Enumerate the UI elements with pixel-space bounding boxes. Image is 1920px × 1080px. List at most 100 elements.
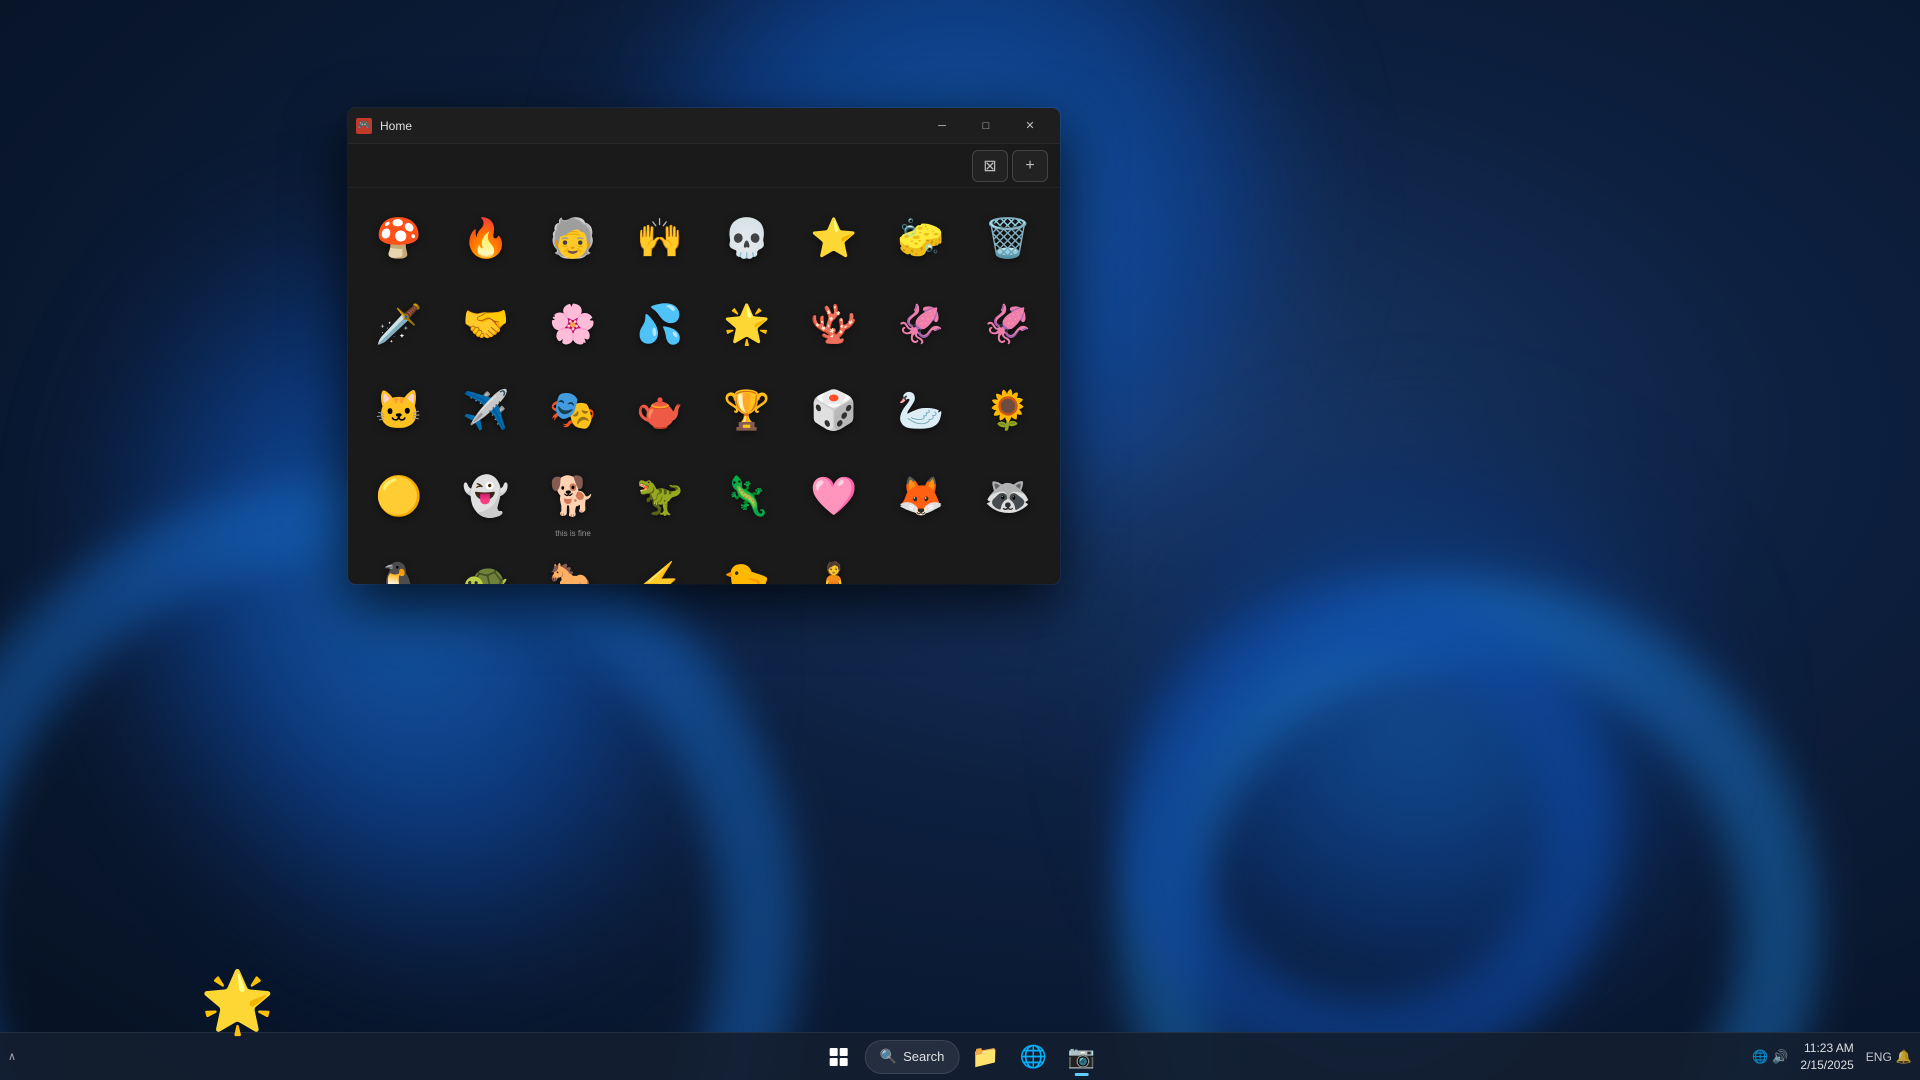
sprite-cow-skull[interactable]: 💀 — [704, 196, 790, 282]
sprite-person[interactable]: 🧍 — [791, 540, 877, 584]
sprite-app-icon: 📷 — [1068, 1044, 1095, 1070]
start-button[interactable] — [817, 1035, 861, 1079]
sprite-paper-plane[interactable]: ✈️ — [443, 368, 529, 454]
sprite-label-this-is-fine: this is fine — [532, 529, 614, 538]
sprite-icon-psyduck: 🐤 — [723, 564, 770, 584]
search-button[interactable]: 🔍 Search — [865, 1040, 960, 1074]
sprite-icon-homer-dance: 🙌 — [636, 220, 683, 258]
sprite-kirby[interactable]: 🩷 — [791, 454, 877, 540]
sprite-homer-dance[interactable]: 🙌 — [617, 196, 703, 282]
sprite-this-is-fine[interactable]: 🐕this is fine — [530, 454, 616, 540]
date-display: 2/15/2025 — [1800, 1057, 1853, 1074]
sprite-crash-bandicoot[interactable]: 🦊 — [878, 454, 964, 540]
sprite-patrick-2[interactable]: 🌟 — [704, 282, 790, 368]
sprite-cagney[interactable]: 🌻 — [965, 368, 1051, 454]
sprite-spongebob-fire[interactable]: 💦 — [617, 282, 703, 368]
sprite-icon-dinosaur: 🦎 — [723, 478, 770, 516]
sprite-ghost[interactable]: 👻 — [443, 454, 529, 540]
sprite-icon-penguin: 🐧 — [375, 564, 422, 584]
search-label: Search — [903, 1049, 944, 1064]
volume-icon[interactable]: 🔊 — [1772, 1049, 1788, 1065]
minimize-button[interactable]: ─ — [920, 110, 964, 142]
sprite-raptor[interactable]: 🦖 — [617, 454, 703, 540]
tray-overflow-button[interactable]: ∧ — [8, 1050, 16, 1063]
sprite-mario[interactable]: 🍄 — [356, 196, 442, 282]
sprite-turtle[interactable]: 🐢 — [443, 540, 529, 584]
sprite-icon-cow-skull: 💀 — [723, 220, 770, 258]
search-icon: 🔍 — [880, 1048, 897, 1065]
taskbar-chrome[interactable]: 🌐 — [1011, 1035, 1055, 1079]
taskbar-file-explorer[interactable]: 📁 — [963, 1035, 1007, 1079]
maximize-button[interactable]: □ — [964, 110, 1008, 142]
clock-display: 11:23 AM 2/15/2025 — [1800, 1040, 1853, 1074]
title-bar-left: 🎮 Home — [356, 118, 412, 134]
file-explorer-icon: 📁 — [972, 1044, 999, 1070]
sprite-icon-raptor: 🦖 — [636, 478, 683, 516]
sprite-icon-squidward-2: 🦑 — [984, 306, 1031, 344]
sprite-icon-patrick-star: ⭐ — [810, 220, 857, 258]
sprite-cat-meme[interactable]: 🐱 — [356, 368, 442, 454]
sprite-homer-fire[interactable]: 🔥 — [443, 196, 529, 282]
sprite-crash-2[interactable]: 🦝 — [965, 454, 1051, 540]
network-icon[interactable]: 🌐 — [1752, 1049, 1768, 1065]
windows-logo-icon — [830, 1048, 848, 1066]
window-title: Home — [380, 119, 412, 133]
chrome-icon: 🌐 — [1020, 1044, 1047, 1070]
sprite-icon-ghost: 👻 — [462, 478, 509, 516]
language-indicator[interactable]: ENG — [1866, 1050, 1892, 1064]
sprite-pikachu[interactable]: ⚡ — [617, 540, 703, 584]
sprite-icon-pacman: 🟡 — [375, 478, 422, 516]
sprite-table-flip[interactable]: 🗑️ — [965, 196, 1051, 282]
sprite-icon-person: 🧍 — [810, 564, 857, 584]
sprite-dark-horse[interactable]: 🐎 — [530, 540, 616, 584]
clock-tray[interactable]: 11:23 AM 2/15/2025 — [1792, 1036, 1861, 1078]
sprite-icon-turtle: 🐢 — [462, 564, 509, 584]
sprite-grid: 🍄🔥 🧓 🙌 💀 ⭐ 🧽 🗑️ 🗡️ 🤝 🌸 💦 🌟 🪸 🦑 🦑 🐱 ✈️ 🎭 🫖 🏆 🎲 🦢🌻 🟡 👻 🐕this is fi… — [348, 188, 1060, 584]
sprite-icon-kirby: 🩷 — [810, 478, 857, 516]
sprite-icon-spongebob-patrick: 🤝 — [462, 306, 509, 344]
time-display: 11:23 AM — [1800, 1040, 1853, 1057]
sprite-patrick-star[interactable]: ⭐ — [791, 196, 877, 282]
sprite-spongebob-jelly[interactable]: 🧽 — [878, 196, 964, 282]
sprite-pink-thing[interactable]: 🌸 — [530, 282, 616, 368]
close-tab-icon: ⊠ — [983, 156, 996, 176]
sprite-link[interactable]: 🗡️ — [356, 282, 442, 368]
sprite-psyduck[interactable]: 🐤 — [704, 540, 790, 584]
taskbar-sprite-app[interactable]: 📷 — [1059, 1035, 1103, 1079]
sprite-icon-spongebob-fire: 💦 — [636, 306, 683, 344]
sprite-penguin[interactable]: 🐧 — [356, 540, 442, 584]
sprite-squidward-2[interactable]: 🦑 — [965, 282, 1051, 368]
notification-icon[interactable]: 🔔 — [1896, 1049, 1912, 1065]
desktop-patrick-icon: 🌟 — [200, 972, 275, 1032]
sprite-mugman[interactable]: 🫖 — [617, 368, 703, 454]
app-icon: 🎮 — [356, 118, 372, 134]
sprite-icon-chalice: 🏆 — [723, 392, 770, 430]
close-tab-button[interactable]: ⊠ — [972, 150, 1008, 182]
sprite-spongebob-patrick[interactable]: 🤝 — [443, 282, 529, 368]
sprite-icon-pikachu: ⚡ — [636, 564, 683, 584]
sprite-icon-pink-thing: 🌸 — [549, 306, 596, 344]
sprite-squidward[interactable]: 🦑 — [878, 282, 964, 368]
title-bar: 🎮 Home ─ □ ✕ — [348, 108, 1060, 144]
add-tab-button[interactable]: + — [1012, 150, 1048, 182]
sprite-icon-king-dice: 🎲 — [810, 392, 857, 430]
window-controls: ─ □ ✕ — [920, 110, 1052, 142]
sprite-cuphead-1[interactable]: 🎭 — [530, 368, 616, 454]
sprite-icon-old-man: 🧓 — [549, 220, 596, 258]
sprite-dinosaur[interactable]: 🦎 — [704, 454, 790, 540]
sprite-icon-spongebob-jelly: 🧽 — [897, 220, 944, 258]
sprite-icon-patrick-3: 🪸 — [810, 306, 857, 344]
sprite-icon-table-flip: 🗑️ — [984, 220, 1031, 258]
sprite-patrick-3[interactable]: 🪸 — [791, 282, 877, 368]
sprite-goose[interactable]: 🦢 — [878, 368, 964, 454]
sprite-icon-squidward: 🦑 — [897, 306, 944, 344]
sprite-icon-mugman: 🫖 — [636, 392, 683, 430]
sprite-icon-paper-plane: ✈️ — [462, 392, 509, 430]
sprite-chalice[interactable]: 🏆 — [704, 368, 790, 454]
close-button[interactable]: ✕ — [1008, 110, 1052, 142]
taskbar-right: 🌐 🔊 11:23 AM 2/15/2025 ENG 🔔 — [1752, 1036, 1912, 1078]
sprite-icon-dark-horse: 🐎 — [549, 564, 596, 584]
sprite-old-man[interactable]: 🧓 — [530, 196, 616, 282]
sprite-pacman[interactable]: 🟡 — [356, 454, 442, 540]
sprite-king-dice[interactable]: 🎲 — [791, 368, 877, 454]
